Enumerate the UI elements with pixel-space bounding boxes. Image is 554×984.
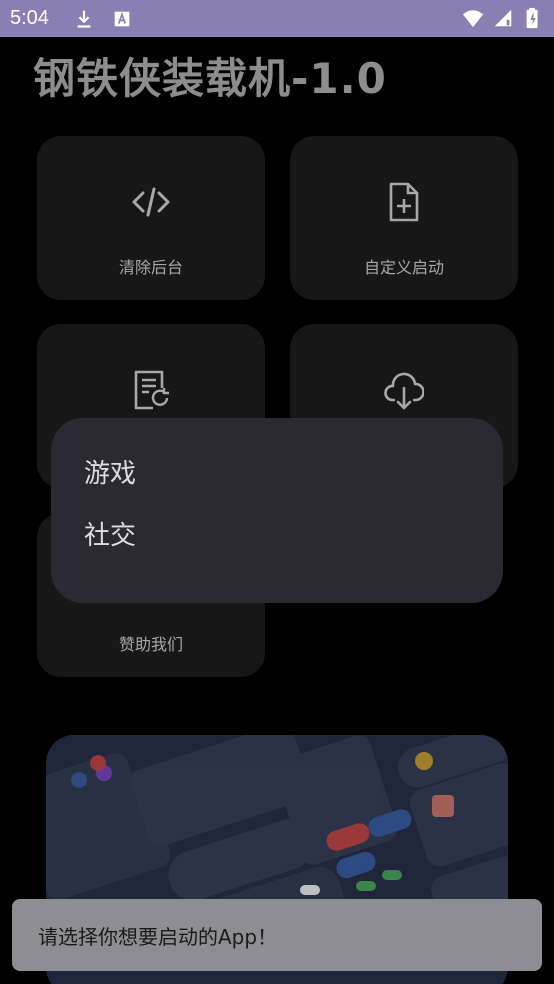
- code-icon: [132, 187, 170, 217]
- wifi-icon: [462, 10, 484, 28]
- status-left-icons: [73, 8, 133, 30]
- category-popup-menu: 游戏 社交: [51, 418, 503, 603]
- toast-message: 请选择你想要启动的App！: [12, 899, 542, 971]
- toast-text: 请选择你想要启动的App！: [38, 924, 278, 949]
- text-a-icon: [114, 11, 130, 26]
- battery-icon: [526, 7, 538, 29]
- signal-icon: [494, 9, 512, 27]
- clear-background-card[interactable]: 清除后台: [37, 136, 265, 300]
- card-label: 清除后台: [118, 258, 183, 277]
- card-label: 赞助我们: [118, 635, 183, 654]
- status-right-icons: [462, 7, 544, 29]
- status-bar: 5:04: [0, 0, 554, 37]
- page-title: 钢铁侠装载机-1.0: [33, 54, 387, 103]
- document-refresh-icon: [134, 370, 169, 410]
- status-time: 5:04: [10, 7, 49, 29]
- file-add-icon: [389, 182, 419, 222]
- menu-item-social[interactable]: 社交: [84, 518, 503, 580]
- menu-item-games[interactable]: 游戏: [84, 456, 503, 518]
- card-label: 自定义启动: [363, 258, 444, 277]
- download-icon: [77, 10, 91, 28]
- custom-launch-card[interactable]: 自定义启动: [290, 136, 518, 300]
- cloud-download-icon: [384, 372, 424, 410]
